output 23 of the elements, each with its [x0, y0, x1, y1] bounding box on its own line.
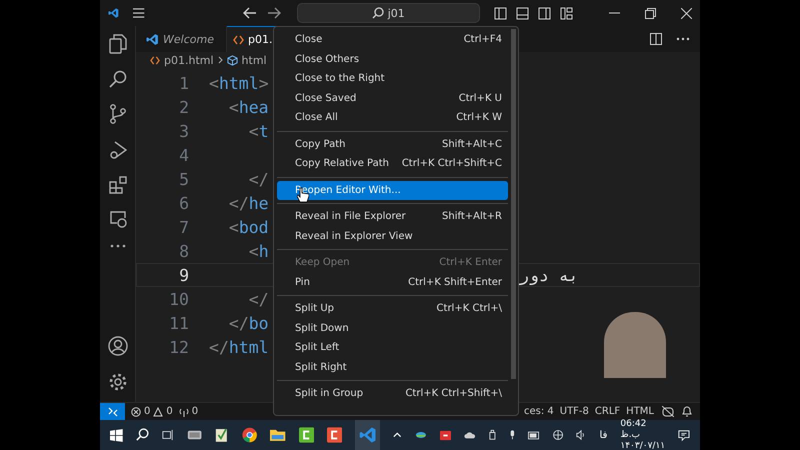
line-number: 8 — [178, 242, 189, 260]
line-number: 2 — [178, 98, 189, 116]
line-number: 10 — [168, 290, 189, 308]
code-text: <h — [248, 242, 269, 260]
line-number: 3 — [178, 122, 189, 140]
code-text: </bo — [228, 314, 269, 332]
code-text: </html — [209, 338, 269, 356]
line-number: 9 — [178, 266, 189, 284]
code-text: <html> — [209, 74, 269, 92]
line-number: 6 — [178, 194, 189, 212]
code-text: </ — [248, 290, 269, 308]
line-number: 7 — [178, 218, 189, 236]
code-text: به دور — [519, 266, 579, 284]
line-number: 1 — [178, 74, 189, 92]
line-number: 12 — [168, 338, 189, 356]
line-number: 11 — [168, 314, 189, 332]
line-number: 5 — [178, 170, 189, 188]
code-text: <t — [248, 122, 269, 140]
code-text: </ — [248, 170, 269, 188]
code-text: <hea — [228, 98, 269, 116]
line-number: 4 — [178, 146, 189, 164]
code-text: <bod — [228, 218, 269, 236]
code-text: </he — [228, 194, 269, 212]
